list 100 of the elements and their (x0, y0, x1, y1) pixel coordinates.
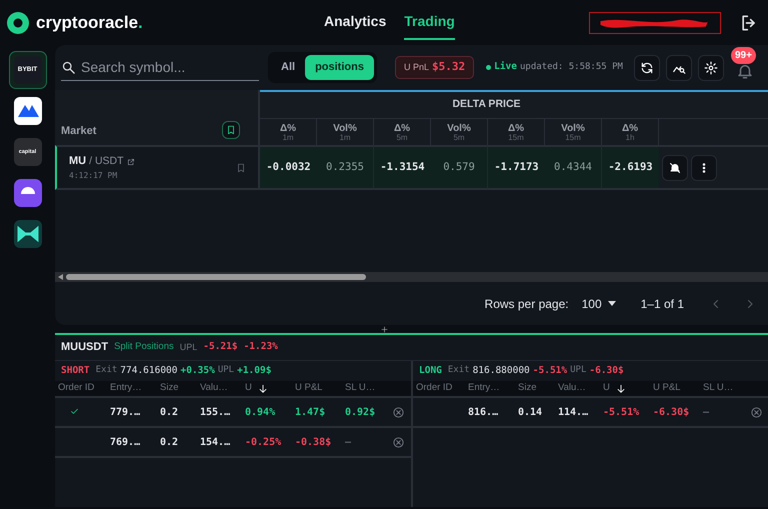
rows-per-page-label: Rows per page: (484, 296, 569, 312)
column-header[interactable]: Valu… (558, 381, 603, 396)
position-value: 154.… (200, 436, 232, 450)
refresh-button[interactable] (634, 54, 660, 80)
sl-value: — (703, 406, 710, 420)
exchange-logo (14, 220, 42, 248)
column-header[interactable]: Order ID (416, 381, 468, 396)
u-pnl: 1.47$ (295, 406, 326, 420)
bell-off-icon (669, 162, 681, 174)
position-value: 155.… (200, 406, 232, 420)
position-size: 0.14 (518, 406, 544, 420)
sl-value: 0.92$ (345, 406, 376, 420)
brand-name: cryptooracle. (36, 12, 143, 34)
column-header[interactable]: U P&L (653, 381, 703, 396)
bookmark-icon[interactable] (236, 162, 246, 172)
search-field[interactable]: Search symbol... (79, 56, 249, 78)
column-header[interactable]: Size (160, 381, 200, 396)
column-header[interactable]: U (603, 381, 610, 396)
filter-tab[interactable]: positions (305, 55, 374, 80)
upl-label: UPL (218, 364, 234, 378)
exit-percent: -5.51% (532, 364, 568, 378)
market-quote: / USDT (89, 154, 124, 169)
upl-percent: -1.23% (244, 340, 278, 354)
sort-arrow-icon[interactable] (258, 384, 268, 394)
entry-price: 769.… (110, 436, 142, 450)
close-icon[interactable] (751, 406, 762, 418)
notification-badge: 99+ (731, 46, 756, 64)
sl-value: — (345, 436, 352, 450)
bookmark-filter-button[interactable] (222, 121, 240, 139)
caret-icon (608, 301, 616, 306)
delta-cell: 0.579 (431, 145, 488, 190)
column-header[interactable]: SL U… (345, 381, 393, 396)
close-icon[interactable] (393, 436, 404, 448)
u-percent: -0.25% (245, 436, 282, 450)
settings-icon (704, 60, 718, 74)
position-value: 114.… (558, 406, 590, 420)
exit-percent: +0.35% (180, 364, 215, 378)
market-symbol: MU (69, 154, 86, 170)
chart-search-button[interactable] (666, 54, 692, 80)
sort-arrow-icon[interactable] (616, 384, 626, 394)
column-header[interactable]: Entry… (110, 381, 160, 396)
exit-label: Exit (448, 364, 470, 378)
upl-value: +1.09$ (237, 364, 272, 378)
scroll-left-icon[interactable] (58, 274, 63, 280)
position-size: 0.2 (160, 436, 180, 450)
live-dot-icon (486, 65, 492, 70)
upl-label: UPL (570, 364, 586, 378)
delta-cell: 0.2355 (317, 145, 374, 190)
upnl-chip: U PnL $5.32 (394, 56, 474, 79)
exit-price: 774.616000 (120, 364, 178, 378)
delta-cell: 0.4344 (545, 145, 602, 190)
u-percent: 0.94% (245, 406, 276, 420)
live-label: Live (494, 60, 517, 74)
position-size: 0.2 (160, 406, 180, 420)
column-header[interactable]: Entry… (468, 381, 518, 396)
column-header: Market (61, 124, 96, 138)
more-button[interactable] (691, 154, 717, 180)
resize-handle-icon[interactable] (380, 326, 388, 332)
exit-label: Exit (96, 364, 118, 378)
search-icon (61, 60, 76, 74)
column-header[interactable]: U P&L (295, 381, 345, 396)
external-link-icon[interactable] (126, 158, 135, 166)
column-header[interactable]: Size (518, 381, 558, 396)
check-icon[interactable] (70, 407, 79, 416)
position-symbol: MUUSDT (61, 340, 108, 356)
close-icon[interactable] (393, 406, 404, 418)
delta-cell: -1.3154 (374, 145, 431, 190)
side-label: LONG (419, 364, 442, 378)
nav-link[interactable]: Analytics (324, 5, 386, 40)
exchange-logo (14, 179, 42, 207)
exit-price: 816.880000 (472, 364, 530, 378)
mute-alerts-button[interactable] (662, 154, 688, 180)
delta-cell: -2.6193 (602, 145, 659, 190)
market-cell[interactable]: MU / USDT 4:12:17 PM (55, 145, 260, 190)
bookmark-icon (226, 125, 236, 135)
column-header[interactable]: U (245, 381, 252, 396)
logo-icon (6, 10, 30, 34)
settings-button[interactable] (698, 54, 724, 80)
delta-cell: -0.0032 (260, 145, 317, 190)
page-range: 1–1 of 1 (640, 296, 684, 312)
filter-tab[interactable]: All (271, 55, 306, 80)
nav-link[interactable]: Trading (404, 5, 455, 40)
entry-price: 816.… (468, 406, 500, 420)
upl-value: -5.21$ (203, 340, 238, 354)
column-header[interactable]: Order ID (58, 381, 110, 396)
column-header[interactable]: Valu… (200, 381, 245, 396)
upl-label: UPL (180, 340, 198, 354)
side-label: SHORT (61, 364, 90, 378)
refresh-icon (640, 60, 654, 74)
delta-cell: -1.7173 (488, 145, 545, 190)
column-header[interactable]: SL U… (703, 381, 751, 396)
group-header: DELTA PRICE (260, 90, 713, 118)
upl-value: -6.30$ (589, 364, 624, 378)
u-pnl: -6.30$ (653, 406, 690, 420)
market-time: 4:12:17 PM (69, 170, 118, 182)
horizontal-scrollbar[interactable] (55, 272, 768, 282)
rows-per-page-select[interactable]: 100 (580, 294, 617, 314)
position-mode: Split Positions (114, 340, 174, 354)
entry-price: 779.… (110, 406, 142, 420)
u-percent: -5.51% (603, 406, 640, 420)
